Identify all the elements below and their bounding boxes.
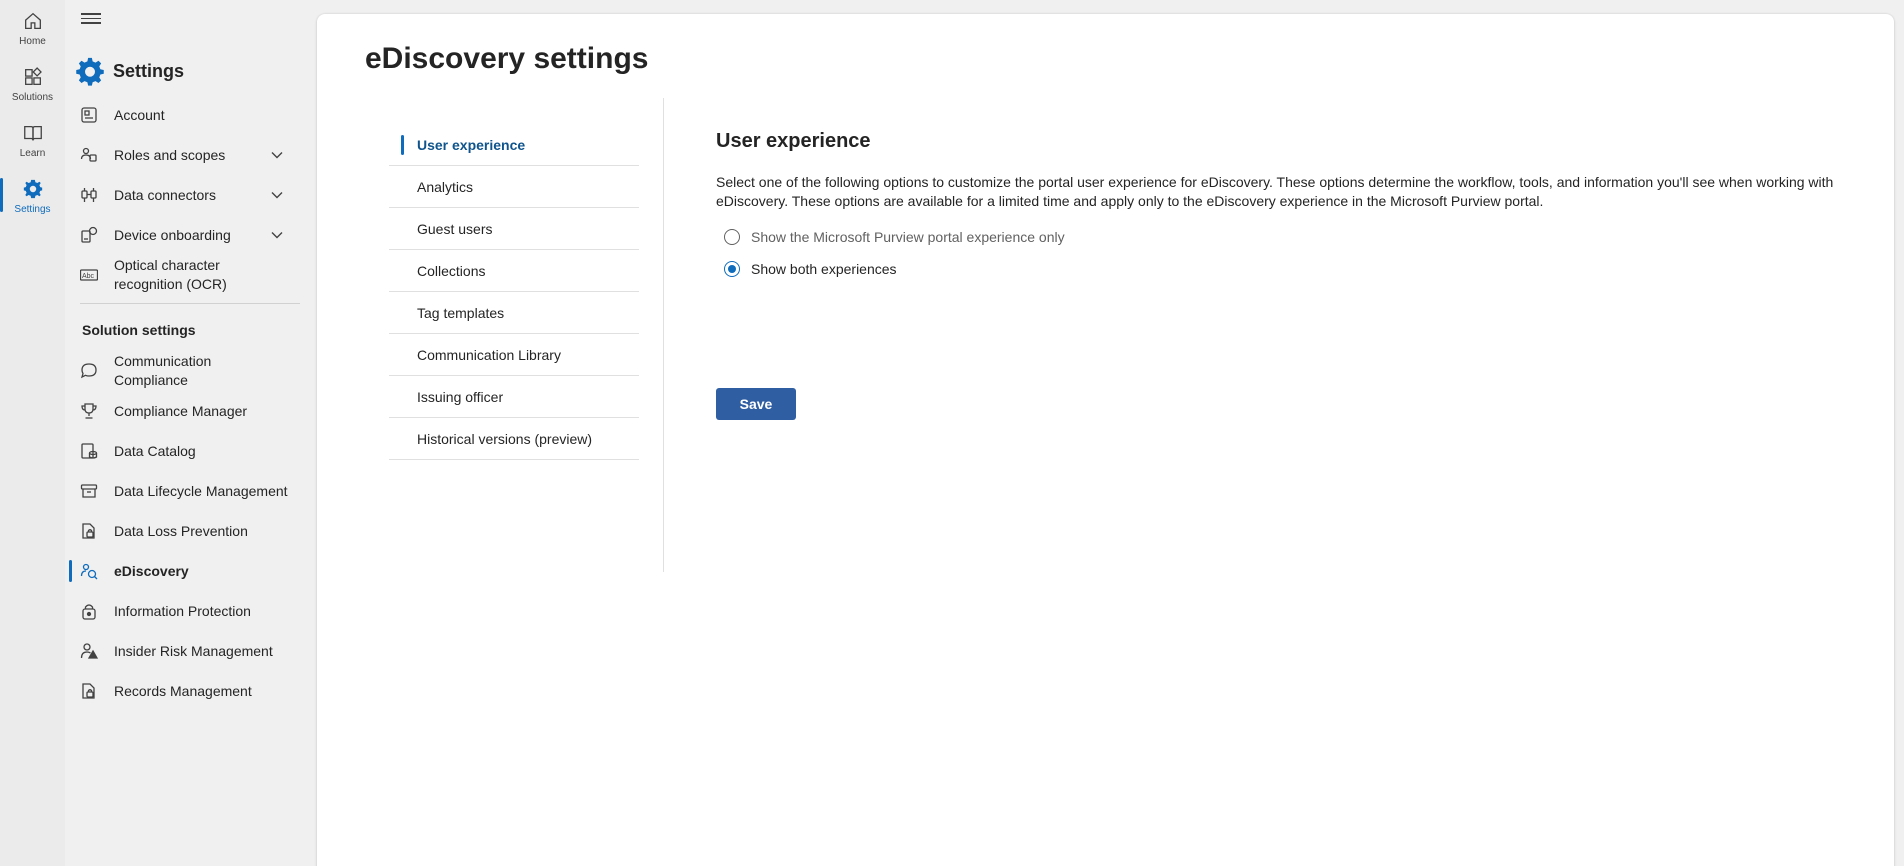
page-title: eDiscovery settings [365, 42, 649, 75]
radio-button[interactable] [724, 261, 740, 277]
settings-header: Settings [75, 56, 184, 86]
radio-label: Show both experiences [751, 261, 897, 277]
rail-solutions[interactable]: Solutions [0, 60, 65, 112]
subnav-issuing-officer[interactable]: Issuing officer [389, 376, 639, 418]
nav-item-data-connectors[interactable]: Data connectors [65, 184, 300, 206]
save-button[interactable]: Save [716, 388, 796, 420]
nav-item-label: Data Lifecycle Management [114, 482, 288, 499]
main-panel: eDiscovery settings User experience Anal… [317, 14, 1894, 866]
nav-item-label: Data connectors [114, 186, 216, 203]
radio-both-experiences[interactable]: Show both experiences [716, 253, 1866, 285]
roles-icon [80, 146, 98, 164]
svg-text:Abc: Abc [82, 273, 95, 280]
subnav-collections[interactable]: Collections [389, 250, 639, 292]
catalog-icon [80, 442, 98, 460]
nav-item-label: Records Management [114, 682, 252, 699]
nav-item-insider-risk-management[interactable]: Insider Risk Management [65, 640, 300, 662]
rail-settings-label: Settings [14, 204, 51, 215]
user-experience-section: User experience Select one of the follow… [716, 130, 1866, 285]
rail-settings[interactable]: Settings [0, 172, 65, 224]
trophy-icon [80, 402, 98, 420]
subnav-communication-library[interactable]: Communication Library [389, 334, 639, 376]
subnav-tag-templates[interactable]: Tag templates [389, 292, 639, 334]
chevron-down-icon[interactable] [270, 228, 284, 242]
ediscovery-icon [80, 562, 98, 580]
nav-item-information-protection[interactable]: Information Protection [65, 600, 300, 622]
hamburger-menu-icon[interactable] [81, 10, 101, 26]
settings-gear-icon [76, 57, 104, 86]
nav-item-label: Information Protection [114, 602, 251, 619]
solutions-icon [24, 67, 42, 85]
subnav-guest-users[interactable]: Guest users [389, 208, 639, 250]
section-heading: User experience [716, 130, 871, 152]
nav-item-data-lifecycle-management[interactable]: Data Lifecycle Management [65, 480, 300, 502]
home-icon [24, 12, 41, 29]
ocr-icon: Abc [79, 266, 99, 284]
nav-item-data-catalog[interactable]: Data Catalog [65, 440, 300, 462]
chevron-down-icon[interactable] [270, 188, 284, 202]
gear-icon [23, 179, 42, 199]
device-icon [80, 226, 98, 244]
chevron-down-icon[interactable] [270, 148, 284, 162]
connector-icon [80, 186, 98, 204]
records-icon [80, 682, 98, 700]
subnav-historical-versions[interactable]: Historical versions (preview) [389, 418, 639, 460]
nav-item-label: Optical character recognition (OCR) [114, 257, 227, 292]
experience-radio-group: Show the Microsoft Purview portal experi… [716, 221, 1866, 285]
subnav-user-experience[interactable]: User experience [389, 124, 639, 166]
nav-item-label: Account [114, 106, 165, 123]
nav-item-ocr[interactable]: Abc Optical character recognition (OCR) [65, 255, 300, 295]
nav-item-communication-compliance[interactable]: Communication Compliance [65, 351, 300, 391]
rail-home[interactable]: Home [0, 4, 65, 56]
nav-item-label: eDiscovery [114, 562, 189, 579]
insider-risk-icon [80, 642, 99, 660]
nav-item-data-loss-prevention[interactable]: Data Loss Prevention [65, 520, 300, 542]
nav-item-label: Communication Compliance [114, 353, 212, 388]
nav-item-label: Device onboarding [114, 226, 231, 243]
nav-item-label: Insider Risk Management [114, 642, 273, 659]
vertical-divider [663, 98, 664, 572]
rail-learn-label: Learn [19, 148, 46, 159]
rail-home-label: Home [19, 36, 46, 47]
account-icon [80, 106, 98, 124]
section-description: Select one of the following options to c… [716, 174, 1834, 209]
nav-title: Settings [113, 60, 185, 81]
protection-icon [80, 602, 98, 620]
rail-learn[interactable]: Learn [0, 116, 65, 168]
radio-label: Show the Microsoft Purview portal experi… [751, 229, 1065, 245]
nav-item-ediscovery[interactable]: eDiscovery [65, 560, 300, 582]
nav-item-label: Data Loss Prevention [114, 522, 248, 539]
rail-solutions-label: Solutions [11, 92, 54, 103]
nav-divider [80, 303, 300, 304]
nav-item-label: Data Catalog [114, 442, 196, 459]
settings-nav: Settings Account Roles and scopes Data c… [65, 0, 300, 866]
book-icon [23, 125, 42, 141]
archive-icon [80, 482, 98, 500]
nav-item-label: Compliance Manager [114, 402, 248, 419]
nav-item-roles-and-scopes[interactable]: Roles and scopes [65, 144, 300, 166]
settings-subnav: User experience Analytics Guest users Co… [389, 124, 639, 460]
nav-section-title: Solution settings [82, 322, 196, 338]
nav-item-compliance-manager[interactable]: Compliance Manager [65, 400, 300, 422]
nav-item-account[interactable]: Account [65, 104, 300, 126]
dlp-icon [80, 522, 98, 540]
radio-button[interactable] [724, 229, 740, 245]
chat-icon [80, 362, 98, 380]
radio-purview-portal-only[interactable]: Show the Microsoft Purview portal experi… [716, 221, 1866, 253]
subnav-analytics[interactable]: Analytics [389, 166, 639, 208]
app-rail: Home Solutions Learn Settings [0, 0, 65, 866]
nav-item-records-management[interactable]: Records Management [65, 680, 300, 702]
nav-item-device-onboarding[interactable]: Device onboarding [65, 224, 300, 246]
nav-item-label: Roles and scopes [114, 146, 226, 163]
